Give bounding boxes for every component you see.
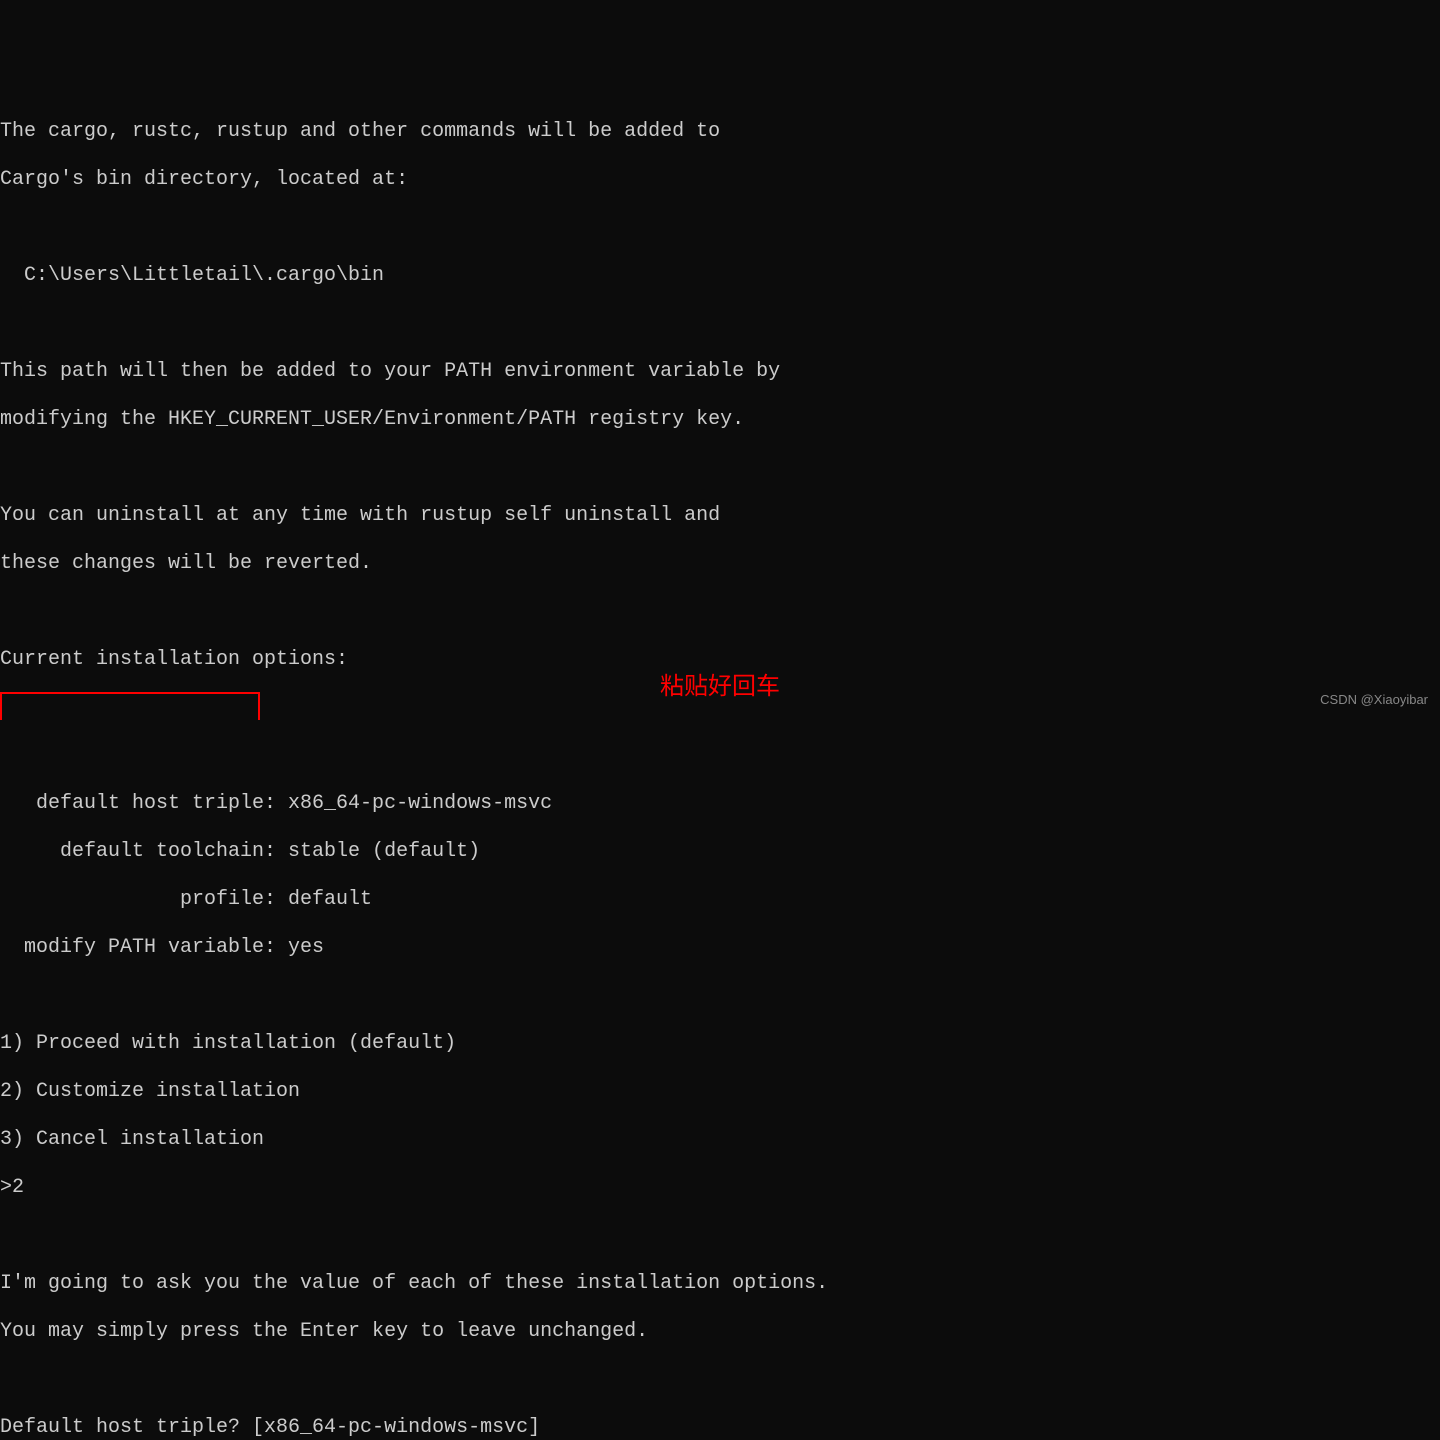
output-line: >2 bbox=[0, 1176, 1440, 1200]
output-line bbox=[0, 984, 1440, 1008]
output-line: You may simply press the Enter key to le… bbox=[0, 1320, 1440, 1344]
output-line bbox=[0, 744, 1440, 768]
output-line bbox=[0, 600, 1440, 624]
output-line: 1) Proceed with installation (default) bbox=[0, 1032, 1440, 1056]
output-line: modify PATH variable: yes bbox=[0, 936, 1440, 960]
output-line bbox=[0, 696, 1440, 720]
output-line bbox=[0, 312, 1440, 336]
output-line: 3) Cancel installation bbox=[0, 1128, 1440, 1152]
output-line: 2) Customize installation bbox=[0, 1080, 1440, 1104]
output-line: The cargo, rustc, rustup and other comma… bbox=[0, 120, 1440, 144]
output-line: Current installation options: bbox=[0, 648, 1440, 672]
output-line bbox=[0, 216, 1440, 240]
terminal-output[interactable]: The cargo, rustc, rustup and other comma… bbox=[0, 96, 1440, 1440]
output-line: This path will then be added to your PAT… bbox=[0, 360, 1440, 384]
output-line: these changes will be reverted. bbox=[0, 552, 1440, 576]
output-line bbox=[0, 1224, 1440, 1248]
output-line: modifying the HKEY_CURRENT_USER/Environm… bbox=[0, 408, 1440, 432]
prompt-line: Default host triple? [x86_64-pc-windows-… bbox=[0, 1416, 1440, 1440]
output-line: I'm going to ask you the value of each o… bbox=[0, 1272, 1440, 1296]
output-line: C:\Users\Littletail\.cargo\bin bbox=[0, 264, 1440, 288]
output-line: default host triple: x86_64-pc-windows-m… bbox=[0, 792, 1440, 816]
output-line: profile: default bbox=[0, 888, 1440, 912]
output-line bbox=[0, 1368, 1440, 1392]
output-line: You can uninstall at any time with rustu… bbox=[0, 504, 1440, 528]
output-line: default toolchain: stable (default) bbox=[0, 840, 1440, 864]
output-line bbox=[0, 456, 1440, 480]
output-line: Cargo's bin directory, located at: bbox=[0, 168, 1440, 192]
